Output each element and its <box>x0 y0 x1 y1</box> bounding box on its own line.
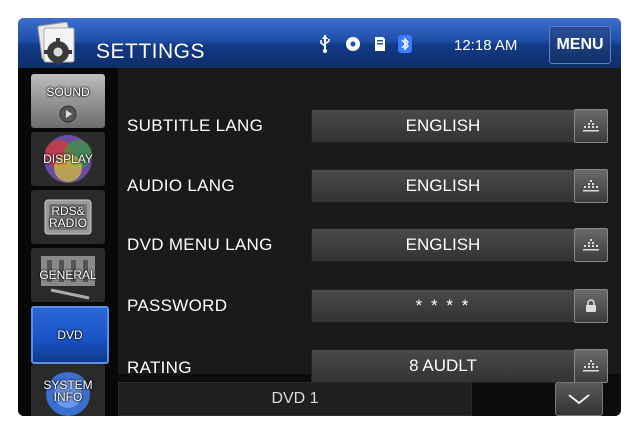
rating-value[interactable]: 8 AUDLT <box>311 349 575 383</box>
page-title: SETTINGS <box>96 40 206 63</box>
list-icon <box>583 180 599 192</box>
sidebar-item-display[interactable]: DISPLAY <box>31 132 105 186</box>
lock-icon <box>586 299 596 312</box>
sidebar-item-label: DISPLAY <box>43 152 93 166</box>
sidebar: SOUND DISPLAY RDS& RADIO GENERAL DVD SYS… <box>18 68 118 416</box>
list-icon <box>583 239 599 251</box>
settings-screen: SETTINGS 12:18 AM MENU SOUND DISPLAY RDS… <box>18 18 621 416</box>
sidebar-item-label: SYSTEM INFO <box>43 378 93 404</box>
subtitle-lang-list-button[interactable] <box>574 109 608 143</box>
password-lock-button[interactable] <box>574 289 608 323</box>
sidebar-item-system-info[interactable]: SYSTEM INFO <box>31 364 105 416</box>
sidebar-item-rds-radio[interactable]: RDS& RADIO <box>31 190 105 244</box>
sidebar-item-label: DVD <box>57 328 83 342</box>
sidebar-item-label: GENERAL <box>39 268 97 282</box>
subtitle-lang-value[interactable]: ENGLISH <box>311 109 575 143</box>
list-icon <box>583 120 599 132</box>
sidebar-item-label: SOUND <box>46 85 90 99</box>
settings-gear-icon <box>37 22 75 65</box>
sidebar-item-sound[interactable]: SOUND <box>31 74 105 128</box>
list-icon <box>583 360 599 372</box>
sidebar-item-dvd[interactable]: DVD <box>31 306 109 364</box>
sidebar-item-general[interactable]: GENERAL <box>31 248 105 302</box>
sound-icon <box>31 74 105 128</box>
rating-list-button[interactable] <box>574 349 608 383</box>
disc-icon <box>344 34 362 54</box>
scroll-down-button[interactable] <box>555 382 603 416</box>
source-display: DVD 1 <box>118 382 472 416</box>
row-label: SUBTITLE LANG <box>127 116 264 135</box>
clock: 12:18 AM <box>454 37 518 54</box>
row-label: AUDIO LANG <box>127 176 235 195</box>
chevron-down-icon <box>568 394 590 405</box>
dvd-menu-lang-list-button[interactable] <box>574 228 608 262</box>
header-bar: SETTINGS 12:18 AM MENU <box>18 18 621 68</box>
password-value[interactable]: * * * * <box>311 289 575 323</box>
settings-panel: SUBTITLE LANG ENGLISH AUDIO LANG ENGLISH… <box>118 68 621 383</box>
audio-lang-list-button[interactable] <box>574 169 608 203</box>
bluetooth-icon <box>397 34 413 54</box>
menu-button[interactable]: MENU <box>549 26 611 64</box>
row-label: RATING <box>127 358 192 377</box>
usb-icon <box>317 34 333 54</box>
row-label: PASSWORD <box>127 296 228 315</box>
sd-card-icon <box>372 34 388 54</box>
audio-lang-value[interactable]: ENGLISH <box>311 169 575 203</box>
sidebar-item-label: RDS& RADIO <box>48 204 87 230</box>
dvd-menu-lang-value[interactable]: ENGLISH <box>311 228 575 262</box>
row-label: DVD MENU LANG <box>127 235 273 254</box>
